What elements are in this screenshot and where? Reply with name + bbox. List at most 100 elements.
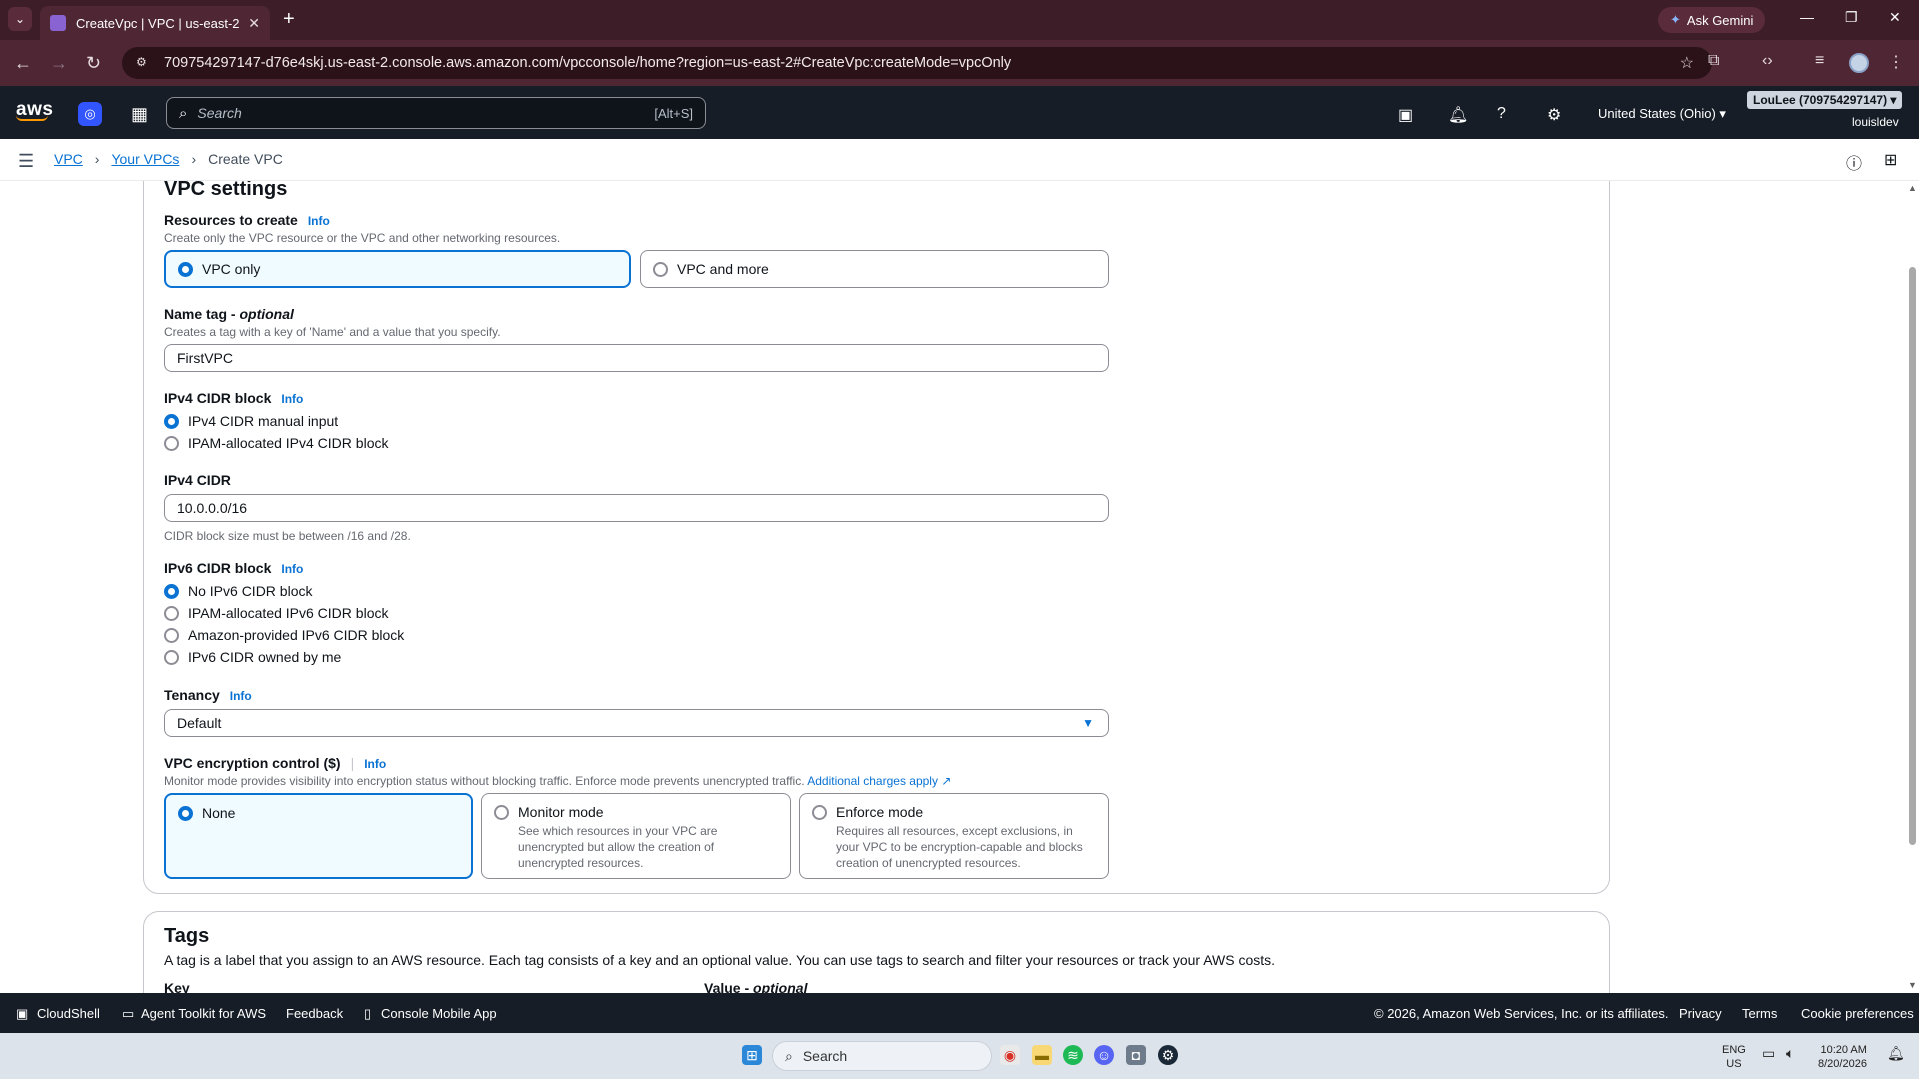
chrome-icon[interactable]: ◉: [1000, 1045, 1020, 1065]
help-icon[interactable]: ?: [1497, 105, 1506, 123]
forward-arrow-icon[interactable]: →: [50, 53, 68, 74]
footer-privacy[interactable]: Privacy: [1679, 1006, 1722, 1021]
account-menu[interactable]: LouLee (709754297147) ▾: [1747, 91, 1903, 109]
reload-icon[interactable]: ↻: [86, 53, 101, 74]
radio-unselected-icon: [164, 649, 179, 665]
encryption-option-none[interactable]: None: [164, 793, 473, 879]
footer-mobile-app[interactable]: Console Mobile App: [381, 1006, 497, 1021]
external-link-icon: ↗: [937, 774, 952, 788]
resource-option-vpc-and-more[interactable]: VPC and more: [640, 250, 1109, 288]
address-bar[interactable]: ⚙ 709754297147-d76e4skj.us-east-2.consol…: [122, 47, 1712, 79]
windows-start-icon[interactable]: ⊞: [742, 1045, 762, 1065]
reading-list-icon[interactable]: ≡: [1815, 52, 1824, 70]
footer-cloudshell[interactable]: CloudShell: [37, 1006, 100, 1021]
additional-charges-link[interactable]: Additional charges apply: [807, 774, 938, 788]
notifications-bell-icon[interactable]: 🔔︎: [1448, 105, 1468, 125]
tab-close-icon[interactable]: ✕: [248, 15, 260, 32]
encryption-label: VPC encryption control ($) | Info: [164, 755, 387, 771]
discord-icon[interactable]: ☺: [1094, 1045, 1114, 1065]
new-tab-button[interactable]: +: [283, 8, 295, 31]
breadcrumb-vpc[interactable]: VPC: [54, 151, 83, 167]
resources-desc: Create only the VPC resource or the VPC …: [164, 231, 561, 245]
radio-selected-icon: [164, 583, 179, 599]
network-icon[interactable]: ▭: [1762, 1046, 1775, 1060]
bookmark-star-icon[interactable]: ☆: [1680, 53, 1694, 73]
ipv6-option-none[interactable]: No IPv6 CIDR block: [164, 583, 312, 599]
radio-selected-icon: [164, 413, 179, 429]
tab-title: CreateVpc | VPC | us-east-2: [76, 15, 240, 31]
ipv6-block-label: IPv6 CIDR block Info: [164, 560, 304, 576]
services-grid-icon[interactable]: ▦: [131, 104, 148, 125]
ipv4-option-ipam[interactable]: IPAM-allocated IPv4 CIDR block: [164, 435, 388, 451]
tenancy-select[interactable]: Default ▼: [164, 709, 1109, 737]
ask-gemini-button[interactable]: ✦ Ask Gemini: [1658, 7, 1766, 33]
ipv6-option-amazon[interactable]: Amazon-provided IPv6 CIDR block: [164, 627, 404, 643]
main-content: VPC settings Resources to create Info Cre…: [0, 181, 1906, 993]
breadcrumb-your-vpcs[interactable]: Your VPCs: [111, 151, 179, 167]
scroll-down-icon[interactable]: ▼: [1908, 980, 1917, 990]
info-link[interactable]: Info: [281, 562, 303, 576]
chevron-right-icon: ›: [191, 151, 197, 167]
footer-terms[interactable]: Terms: [1742, 1006, 1777, 1021]
search-shortcut: [Alt+S]: [654, 105, 693, 121]
scrollbar-thumb[interactable]: [1909, 267, 1916, 845]
browser-tab-active[interactable]: CreateVpc | VPC | us-east-2 ✕: [40, 6, 270, 40]
footer-feedback[interactable]: Feedback: [286, 1006, 343, 1021]
aws-logo[interactable]: aws: [16, 99, 53, 121]
footer-agent-toolkit[interactable]: Agent Toolkit for AWS: [141, 1006, 266, 1021]
breadcrumb: VPC › Your VPCs › Create VPC: [54, 151, 283, 167]
ipv4-cidr-input[interactable]: 10.0.0.0/16: [164, 494, 1109, 522]
name-tag-input[interactable]: FirstVPC: [164, 344, 1109, 372]
ipv4-option-manual[interactable]: IPv4 CIDR manual input: [164, 413, 338, 429]
chevron-right-icon: ›: [94, 151, 100, 167]
notifications-icon[interactable]: 🔔︎: [1887, 1046, 1905, 1060]
amazon-q-icon[interactable]: ◎: [78, 102, 102, 126]
browser-menu-icon[interactable]: ⋮: [1888, 52, 1904, 72]
side-nav-menu-icon[interactable]: ☰: [18, 151, 34, 172]
steam-icon[interactable]: ⚙: [1158, 1045, 1178, 1065]
file-explorer-icon[interactable]: ▬: [1032, 1045, 1052, 1065]
tab-favicon-icon: [50, 15, 66, 31]
ipv6-option-ipam[interactable]: IPAM-allocated IPv6 CIDR block: [164, 605, 388, 621]
resource-option-vpc-only[interactable]: VPC only: [164, 250, 631, 288]
info-link[interactable]: Info: [230, 689, 252, 703]
region-selector[interactable]: United States (Ohio) ▾: [1598, 106, 1726, 122]
tools-panel-icon[interactable]: ⊞: [1884, 150, 1897, 170]
extensions-icon[interactable]: ⧉: [1708, 52, 1719, 70]
radio-unselected-icon: [812, 804, 827, 820]
ipv4-block-label: IPv4 CIDR block Info: [164, 390, 304, 406]
settings-gear-icon[interactable]: ⚙: [1547, 105, 1561, 125]
close-window-icon[interactable]: ✕: [1889, 9, 1901, 26]
ipv6-option-owned[interactable]: IPv6 CIDR owned by me: [164, 649, 341, 665]
username: louisldev: [1852, 115, 1899, 129]
back-arrow-icon[interactable]: ←: [14, 53, 32, 74]
language-indicator[interactable]: ENG US: [1722, 1043, 1746, 1071]
scroll-up-icon[interactable]: ▲: [1908, 183, 1917, 193]
profile-avatar[interactable]: [1849, 53, 1869, 73]
taskbar-search[interactable]: ⌕ Search: [772, 1041, 992, 1071]
footer-cookies[interactable]: Cookie preferences: [1801, 1006, 1914, 1021]
ipv4-cidr-hint: CIDR block size must be between /16 and …: [164, 529, 411, 543]
restore-icon[interactable]: ❐: [1845, 9, 1858, 26]
info-panel-icon[interactable]: ⓘ: [1846, 150, 1862, 174]
name-tag-desc: Creates a tag with a key of 'Name' and a…: [164, 325, 501, 339]
encryption-option-enforce[interactable]: Enforce mode Requires all resources, exc…: [799, 793, 1109, 879]
tab-search-button[interactable]: ⌄: [8, 7, 32, 31]
info-link[interactable]: Info: [281, 392, 303, 406]
info-link[interactable]: Info: [364, 757, 386, 771]
site-info-icon[interactable]: ⚙: [136, 55, 152, 71]
windows-taskbar: ⊞ ⌕ Search ◉ ▬ ≋ ☺ ◘ ⚙ ENG US ▭ 🔈︎ 10:20 …: [0, 1033, 1919, 1079]
minimize-icon[interactable]: —: [1800, 9, 1814, 25]
spotify-icon[interactable]: ≋: [1063, 1045, 1083, 1065]
encryption-option-monitor[interactable]: Monitor mode See which resources in your…: [481, 793, 791, 879]
aws-search-input[interactable]: ⌕ Search [Alt+S]: [166, 97, 706, 129]
page-scrollbar[interactable]: ▲ ▼: [1906, 181, 1919, 993]
volume-icon[interactable]: 🔈︎: [1786, 1046, 1794, 1060]
info-link[interactable]: Info: [308, 214, 330, 228]
cloudshell-icon[interactable]: ▣: [1398, 105, 1413, 125]
devtools-code-icon[interactable]: ‹›: [1762, 52, 1773, 70]
mobile-phone-icon: ▯: [364, 1006, 372, 1021]
camera-app-icon[interactable]: ◘: [1126, 1045, 1146, 1065]
browser-tab-strip: ⌄ CreateVpc | VPC | us-east-2 ✕ + ✦ Ask …: [0, 0, 1919, 40]
clock[interactable]: 10:20 AM 8/20/2026: [1818, 1043, 1867, 1071]
